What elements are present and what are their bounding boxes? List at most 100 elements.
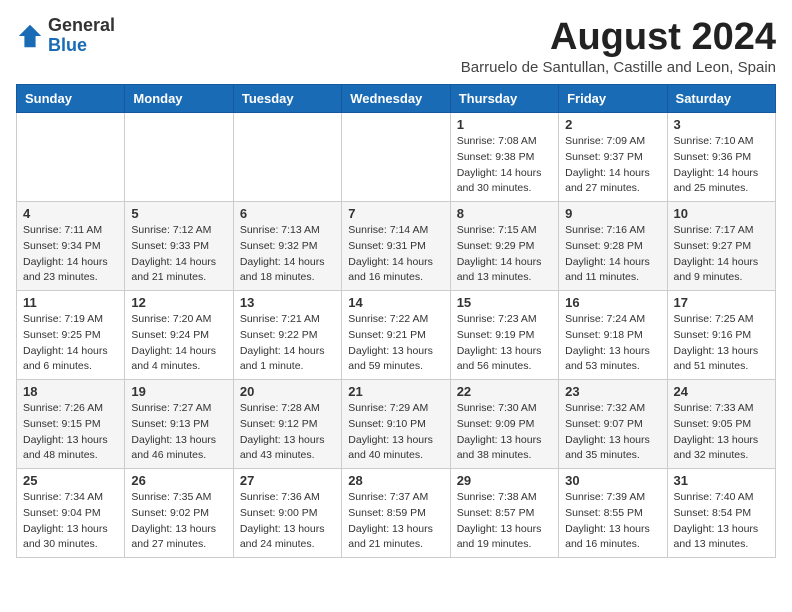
calendar-week-row: 25 Sunrise: 7:34 AM Sunset: 9:04 PM Dayli… (17, 469, 776, 558)
calendar-cell: 29 Sunrise: 7:38 AM Sunset: 8:57 PM Dayli… (450, 469, 558, 558)
day-number: 21 (348, 384, 443, 399)
day-info: Sunrise: 7:12 AM Sunset: 9:33 PM Dayligh… (131, 223, 226, 286)
title-section: August 2024 Barruelo de Santullan, Casti… (461, 16, 776, 76)
header-day: Tuesday (233, 85, 341, 113)
day-info: Sunrise: 7:39 AM Sunset: 8:55 PM Dayligh… (565, 490, 660, 553)
calendar-cell: 1 Sunrise: 7:08 AM Sunset: 9:38 PM Daylig… (450, 113, 558, 202)
day-info: Sunrise: 7:15 AM Sunset: 9:29 PM Dayligh… (457, 223, 552, 286)
day-number: 12 (131, 295, 226, 310)
calendar-cell: 15 Sunrise: 7:23 AM Sunset: 9:19 PM Dayli… (450, 291, 558, 380)
day-number: 1 (457, 117, 552, 132)
calendar-cell: 14Sunrise: 7:22 AM Sunset: 9:21 PM Dayli… (342, 291, 450, 380)
day-number: 15 (457, 295, 552, 310)
calendar-subtitle: Barruelo de Santullan, Castille and Leon… (461, 59, 776, 76)
day-info: Sunrise: 7:37 AM Sunset: 8:59 PM Dayligh… (348, 490, 443, 553)
day-number: 26 (131, 473, 226, 488)
day-info: Sunrise: 7:13 AM Sunset: 9:32 PM Dayligh… (240, 223, 335, 286)
day-info: Sunrise: 7:34 AM Sunset: 9:04 PM Dayligh… (23, 490, 118, 553)
day-number: 31 (674, 473, 769, 488)
calendar-cell: 18 Sunrise: 7:26 AM Sunset: 9:15 PM Dayli… (17, 380, 125, 469)
day-info: Sunrise: 7:35 AM Sunset: 9:02 PM Dayligh… (131, 490, 226, 553)
header-day: Thursday (450, 85, 558, 113)
logo: General Blue (16, 16, 115, 56)
header-day: Wednesday (342, 85, 450, 113)
day-number: 28 (348, 473, 443, 488)
day-number: 18 (23, 384, 118, 399)
day-info: Sunrise: 7:23 AM Sunset: 9:19 PM Dayligh… (457, 312, 552, 375)
calendar-cell: 12 Sunrise: 7:20 AM Sunset: 9:24 PM Dayli… (125, 291, 233, 380)
day-number: 23 (565, 384, 660, 399)
day-number: 25 (23, 473, 118, 488)
day-info: Sunrise: 7:14 AM Sunset: 9:31 PM Dayligh… (348, 223, 443, 286)
calendar-cell: 11Sunrise: 7:19 AM Sunset: 9:25 PM Dayli… (17, 291, 125, 380)
day-info: Sunrise: 7:30 AM Sunset: 9:09 PM Dayligh… (457, 401, 552, 464)
calendar-week-row: 1 Sunrise: 7:08 AM Sunset: 9:38 PM Daylig… (17, 113, 776, 202)
calendar-cell: 17 Sunrise: 7:25 AM Sunset: 9:16 PM Dayli… (667, 291, 775, 380)
calendar-cell: 21Sunrise: 7:29 AM Sunset: 9:10 PM Dayli… (342, 380, 450, 469)
day-info: Sunrise: 7:40 AM Sunset: 8:54 PM Dayligh… (674, 490, 769, 553)
day-info: Sunrise: 7:19 AM Sunset: 9:25 PM Dayligh… (23, 312, 118, 375)
calendar-cell: 10 Sunrise: 7:17 AM Sunset: 9:27 PM Dayli… (667, 202, 775, 291)
calendar-cell: 24Sunrise: 7:33 AM Sunset: 9:05 PM Dayli… (667, 380, 775, 469)
day-info: Sunrise: 7:26 AM Sunset: 9:15 PM Dayligh… (23, 401, 118, 464)
calendar-table: SundayMondayTuesdayWednesdayThursdayFrid… (16, 84, 776, 558)
day-info: Sunrise: 7:38 AM Sunset: 8:57 PM Dayligh… (457, 490, 552, 553)
day-number: 22 (457, 384, 552, 399)
day-number: 4 (23, 206, 118, 221)
calendar-cell: 30 Sunrise: 7:39 AM Sunset: 8:55 PM Dayli… (559, 469, 667, 558)
calendar-cell: 27Sunrise: 7:36 AM Sunset: 9:00 PM Dayli… (233, 469, 341, 558)
day-info: Sunrise: 7:24 AM Sunset: 9:18 PM Dayligh… (565, 312, 660, 375)
calendar-cell: 2 Sunrise: 7:09 AM Sunset: 9:37 PM Daylig… (559, 113, 667, 202)
day-info: Sunrise: 7:11 AM Sunset: 9:34 PM Dayligh… (23, 223, 118, 286)
logo-general: General (48, 16, 115, 36)
day-number: 16 (565, 295, 660, 310)
header-day: Monday (125, 85, 233, 113)
calendar-cell: 20Sunrise: 7:28 AM Sunset: 9:12 PM Dayli… (233, 380, 341, 469)
logo-text: General Blue (48, 16, 115, 56)
logo-blue: Blue (48, 36, 115, 56)
calendar-cell (125, 113, 233, 202)
day-info: Sunrise: 7:36 AM Sunset: 9:00 PM Dayligh… (240, 490, 335, 553)
day-info: Sunrise: 7:22 AM Sunset: 9:21 PM Dayligh… (348, 312, 443, 375)
day-number: 13 (240, 295, 335, 310)
day-info: Sunrise: 7:32 AM Sunset: 9:07 PM Dayligh… (565, 401, 660, 464)
calendar-cell: 5 Sunrise: 7:12 AM Sunset: 9:33 PM Daylig… (125, 202, 233, 291)
day-number: 29 (457, 473, 552, 488)
day-info: Sunrise: 7:20 AM Sunset: 9:24 PM Dayligh… (131, 312, 226, 375)
day-number: 8 (457, 206, 552, 221)
day-number: 17 (674, 295, 769, 310)
calendar-cell: 25 Sunrise: 7:34 AM Sunset: 9:04 PM Dayli… (17, 469, 125, 558)
page-header: General Blue August 2024 Barruelo de San… (16, 16, 776, 76)
calendar-cell: 31 Sunrise: 7:40 AM Sunset: 8:54 PM Dayli… (667, 469, 775, 558)
calendar-cell: 26 Sunrise: 7:35 AM Sunset: 9:02 PM Dayli… (125, 469, 233, 558)
calendar-cell (17, 113, 125, 202)
day-info: Sunrise: 7:17 AM Sunset: 9:27 PM Dayligh… (674, 223, 769, 286)
calendar-cell: 8 Sunrise: 7:15 AM Sunset: 9:29 PM Daylig… (450, 202, 558, 291)
day-info: Sunrise: 7:08 AM Sunset: 9:38 PM Dayligh… (457, 134, 552, 197)
calendar-cell: 19 Sunrise: 7:27 AM Sunset: 9:13 PM Dayli… (125, 380, 233, 469)
logo-icon (16, 22, 44, 50)
day-number: 9 (565, 206, 660, 221)
day-number: 30 (565, 473, 660, 488)
calendar-cell: 9Sunrise: 7:16 AM Sunset: 9:28 PM Daylig… (559, 202, 667, 291)
day-info: Sunrise: 7:09 AM Sunset: 9:37 PM Dayligh… (565, 134, 660, 197)
calendar-cell: 28 Sunrise: 7:37 AM Sunset: 8:59 PM Dayli… (342, 469, 450, 558)
day-info: Sunrise: 7:25 AM Sunset: 9:16 PM Dayligh… (674, 312, 769, 375)
day-number: 7 (348, 206, 443, 221)
day-info: Sunrise: 7:10 AM Sunset: 9:36 PM Dayligh… (674, 134, 769, 197)
calendar-cell: 6Sunrise: 7:13 AM Sunset: 9:32 PM Daylig… (233, 202, 341, 291)
day-number: 2 (565, 117, 660, 132)
day-number: 10 (674, 206, 769, 221)
header-day: Saturday (667, 85, 775, 113)
day-number: 19 (131, 384, 226, 399)
calendar-cell (342, 113, 450, 202)
day-number: 5 (131, 206, 226, 221)
day-info: Sunrise: 7:27 AM Sunset: 9:13 PM Dayligh… (131, 401, 226, 464)
day-number: 3 (674, 117, 769, 132)
day-info: Sunrise: 7:33 AM Sunset: 9:05 PM Dayligh… (674, 401, 769, 464)
day-number: 20 (240, 384, 335, 399)
calendar-title: August 2024 (461, 16, 776, 59)
calendar-week-row: 4 Sunrise: 7:11 AM Sunset: 9:34 PM Daylig… (17, 202, 776, 291)
calendar-cell: 7 Sunrise: 7:14 AM Sunset: 9:31 PM Daylig… (342, 202, 450, 291)
calendar-cell: 16 Sunrise: 7:24 AM Sunset: 9:18 PM Dayli… (559, 291, 667, 380)
